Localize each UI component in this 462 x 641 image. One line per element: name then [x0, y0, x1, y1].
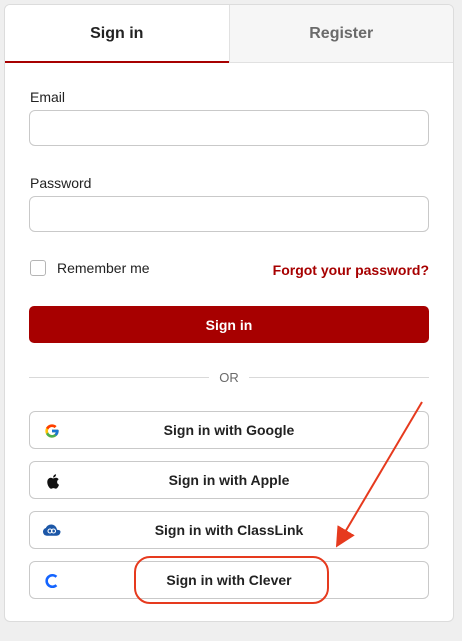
sign-in-button[interactable]: Sign in	[29, 306, 429, 343]
sign-in-with-google-button[interactable]: Sign in with Google	[29, 411, 429, 449]
google-icon	[43, 422, 61, 440]
apple-icon	[43, 472, 61, 490]
classlink-button-label: Sign in with ClassLink	[154, 522, 304, 538]
clever-button-label: Sign in with Clever	[166, 572, 292, 588]
tab-sign-in[interactable]: Sign in	[5, 5, 229, 63]
remember-me-label: Remember me	[57, 260, 150, 276]
classlink-icon	[43, 522, 61, 540]
password-label: Password	[30, 175, 92, 191]
tab-register[interactable]: Register	[228, 5, 453, 62]
google-button-label: Sign in with Google	[163, 422, 295, 438]
auth-tabs: Sign in Register	[5, 5, 453, 63]
remember-me-checkbox[interactable]	[30, 260, 46, 276]
sign-in-with-classlink-button[interactable]: Sign in with ClassLink	[29, 511, 429, 549]
sign-in-with-apple-button[interactable]: Sign in with Apple	[29, 461, 429, 499]
clever-icon	[43, 572, 61, 590]
apple-button-label: Sign in with Apple	[168, 472, 290, 488]
sign-in-with-clever-button[interactable]: Sign in with Clever	[29, 561, 429, 599]
email-label: Email	[30, 89, 66, 105]
sign-in-card: Sign in Register Email Password Remember…	[4, 4, 454, 622]
forgot-password-link[interactable]: Forgot your password?	[273, 262, 429, 278]
email-field[interactable]	[29, 110, 429, 146]
divider-line-right	[249, 377, 429, 378]
password-field[interactable]	[29, 196, 429, 232]
